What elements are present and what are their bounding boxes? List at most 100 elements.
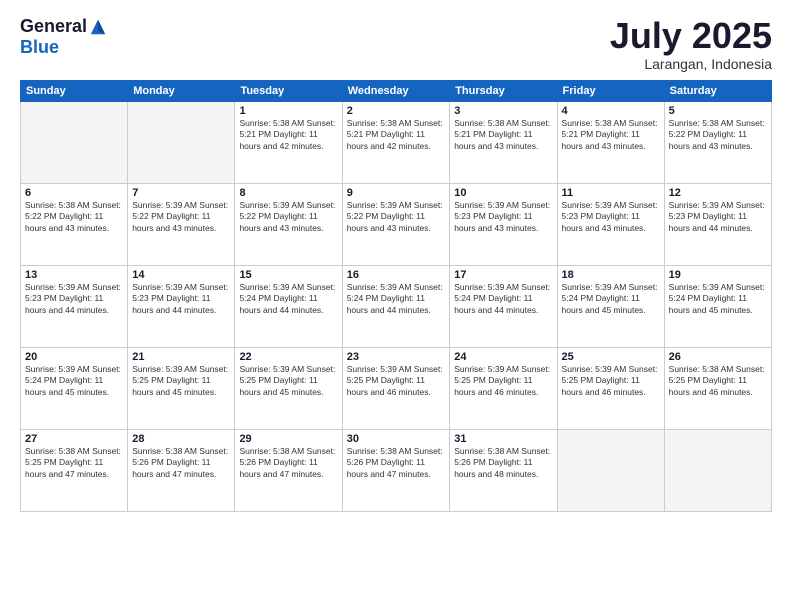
calendar-cell: 21Sunrise: 5:39 AM Sunset: 5:25 PM Dayli… [128,347,235,429]
header-thursday: Thursday [450,80,557,101]
calendar-week-3: 13Sunrise: 5:39 AM Sunset: 5:23 PM Dayli… [21,265,772,347]
day-number: 17 [454,269,552,281]
header-tuesday: Tuesday [235,80,342,101]
day-number: 16 [347,269,446,281]
day-number: 9 [347,187,446,199]
calendar-cell: 27Sunrise: 5:38 AM Sunset: 5:25 PM Dayli… [21,429,128,511]
calendar-week-5: 27Sunrise: 5:38 AM Sunset: 5:25 PM Dayli… [21,429,772,511]
day-number: 3 [454,105,552,117]
day-info: Sunrise: 5:39 AM Sunset: 5:25 PM Dayligh… [562,364,660,398]
day-info: Sunrise: 5:39 AM Sunset: 5:23 PM Dayligh… [669,200,767,234]
header: General Blue July 2025 Larangan, Indones… [20,16,772,72]
day-info: Sunrise: 5:39 AM Sunset: 5:23 PM Dayligh… [562,200,660,234]
day-info: Sunrise: 5:38 AM Sunset: 5:21 PM Dayligh… [562,118,660,152]
calendar-cell: 23Sunrise: 5:39 AM Sunset: 5:25 PM Dayli… [342,347,450,429]
day-number: 5 [669,105,767,117]
day-info: Sunrise: 5:39 AM Sunset: 5:23 PM Dayligh… [25,282,123,316]
calendar-cell [128,101,235,183]
day-info: Sunrise: 5:38 AM Sunset: 5:26 PM Dayligh… [347,446,446,480]
day-info: Sunrise: 5:38 AM Sunset: 5:26 PM Dayligh… [454,446,552,480]
day-number: 8 [239,187,337,199]
day-info: Sunrise: 5:38 AM Sunset: 5:22 PM Dayligh… [669,118,767,152]
day-info: Sunrise: 5:39 AM Sunset: 5:24 PM Dayligh… [25,364,123,398]
calendar-cell: 15Sunrise: 5:39 AM Sunset: 5:24 PM Dayli… [235,265,342,347]
day-info: Sunrise: 5:38 AM Sunset: 5:21 PM Dayligh… [347,118,446,152]
calendar-cell: 1Sunrise: 5:38 AM Sunset: 5:21 PM Daylig… [235,101,342,183]
day-info: Sunrise: 5:39 AM Sunset: 5:25 PM Dayligh… [132,364,230,398]
page: General Blue July 2025 Larangan, Indones… [0,0,792,612]
day-number: 26 [669,351,767,363]
calendar-cell: 6Sunrise: 5:38 AM Sunset: 5:22 PM Daylig… [21,183,128,265]
logo-general: General [20,16,87,37]
calendar-cell: 12Sunrise: 5:39 AM Sunset: 5:23 PM Dayli… [664,183,771,265]
calendar-cell: 19Sunrise: 5:39 AM Sunset: 5:24 PM Dayli… [664,265,771,347]
calendar-cell: 10Sunrise: 5:39 AM Sunset: 5:23 PM Dayli… [450,183,557,265]
day-info: Sunrise: 5:38 AM Sunset: 5:21 PM Dayligh… [454,118,552,152]
day-number: 19 [669,269,767,281]
calendar-cell: 3Sunrise: 5:38 AM Sunset: 5:21 PM Daylig… [450,101,557,183]
day-info: Sunrise: 5:38 AM Sunset: 5:22 PM Dayligh… [25,200,123,234]
day-number: 25 [562,351,660,363]
day-number: 27 [25,433,123,445]
day-info: Sunrise: 5:39 AM Sunset: 5:25 PM Dayligh… [239,364,337,398]
calendar-cell: 18Sunrise: 5:39 AM Sunset: 5:24 PM Dayli… [557,265,664,347]
calendar-cell: 28Sunrise: 5:38 AM Sunset: 5:26 PM Dayli… [128,429,235,511]
logo-blue: Blue [20,37,59,58]
day-info: Sunrise: 5:39 AM Sunset: 5:24 PM Dayligh… [562,282,660,316]
calendar-cell: 31Sunrise: 5:38 AM Sunset: 5:26 PM Dayli… [450,429,557,511]
month-title: July 2025 [610,16,772,56]
header-monday: Monday [128,80,235,101]
calendar-cell [21,101,128,183]
calendar-cell: 2Sunrise: 5:38 AM Sunset: 5:21 PM Daylig… [342,101,450,183]
day-info: Sunrise: 5:39 AM Sunset: 5:24 PM Dayligh… [669,282,767,316]
day-number: 31 [454,433,552,445]
logo-icon [89,18,107,36]
title-block: July 2025 Larangan, Indonesia [610,16,772,72]
calendar-cell: 30Sunrise: 5:38 AM Sunset: 5:26 PM Dayli… [342,429,450,511]
calendar-week-2: 6Sunrise: 5:38 AM Sunset: 5:22 PM Daylig… [21,183,772,265]
day-info: Sunrise: 5:39 AM Sunset: 5:24 PM Dayligh… [454,282,552,316]
calendar-cell: 25Sunrise: 5:39 AM Sunset: 5:25 PM Dayli… [557,347,664,429]
day-info: Sunrise: 5:38 AM Sunset: 5:25 PM Dayligh… [25,446,123,480]
calendar-cell: 26Sunrise: 5:38 AM Sunset: 5:25 PM Dayli… [664,347,771,429]
calendar-cell: 29Sunrise: 5:38 AM Sunset: 5:26 PM Dayli… [235,429,342,511]
day-number: 20 [25,351,123,363]
day-number: 14 [132,269,230,281]
header-wednesday: Wednesday [342,80,450,101]
day-info: Sunrise: 5:38 AM Sunset: 5:26 PM Dayligh… [239,446,337,480]
day-info: Sunrise: 5:39 AM Sunset: 5:25 PM Dayligh… [454,364,552,398]
day-info: Sunrise: 5:39 AM Sunset: 5:22 PM Dayligh… [239,200,337,234]
day-info: Sunrise: 5:39 AM Sunset: 5:23 PM Dayligh… [454,200,552,234]
day-number: 12 [669,187,767,199]
calendar-week-1: 1Sunrise: 5:38 AM Sunset: 5:21 PM Daylig… [21,101,772,183]
location: Larangan, Indonesia [610,56,772,72]
calendar-cell: 5Sunrise: 5:38 AM Sunset: 5:22 PM Daylig… [664,101,771,183]
day-number: 30 [347,433,446,445]
day-number: 7 [132,187,230,199]
day-number: 15 [239,269,337,281]
day-number: 23 [347,351,446,363]
calendar-cell: 8Sunrise: 5:39 AM Sunset: 5:22 PM Daylig… [235,183,342,265]
day-number: 21 [132,351,230,363]
day-number: 1 [239,105,337,117]
day-info: Sunrise: 5:38 AM Sunset: 5:25 PM Dayligh… [669,364,767,398]
day-info: Sunrise: 5:38 AM Sunset: 5:21 PM Dayligh… [239,118,337,152]
calendar-cell: 9Sunrise: 5:39 AM Sunset: 5:22 PM Daylig… [342,183,450,265]
calendar-cell: 7Sunrise: 5:39 AM Sunset: 5:22 PM Daylig… [128,183,235,265]
day-number: 28 [132,433,230,445]
day-number: 24 [454,351,552,363]
header-saturday: Saturday [664,80,771,101]
day-number: 10 [454,187,552,199]
calendar-cell: 16Sunrise: 5:39 AM Sunset: 5:24 PM Dayli… [342,265,450,347]
day-number: 2 [347,105,446,117]
day-number: 6 [25,187,123,199]
calendar-cell: 17Sunrise: 5:39 AM Sunset: 5:24 PM Dayli… [450,265,557,347]
calendar-cell: 13Sunrise: 5:39 AM Sunset: 5:23 PM Dayli… [21,265,128,347]
day-info: Sunrise: 5:39 AM Sunset: 5:25 PM Dayligh… [347,364,446,398]
day-number: 4 [562,105,660,117]
calendar-cell: 11Sunrise: 5:39 AM Sunset: 5:23 PM Dayli… [557,183,664,265]
calendar-cell [664,429,771,511]
calendar-cell: 24Sunrise: 5:39 AM Sunset: 5:25 PM Dayli… [450,347,557,429]
header-friday: Friday [557,80,664,101]
day-number: 13 [25,269,123,281]
